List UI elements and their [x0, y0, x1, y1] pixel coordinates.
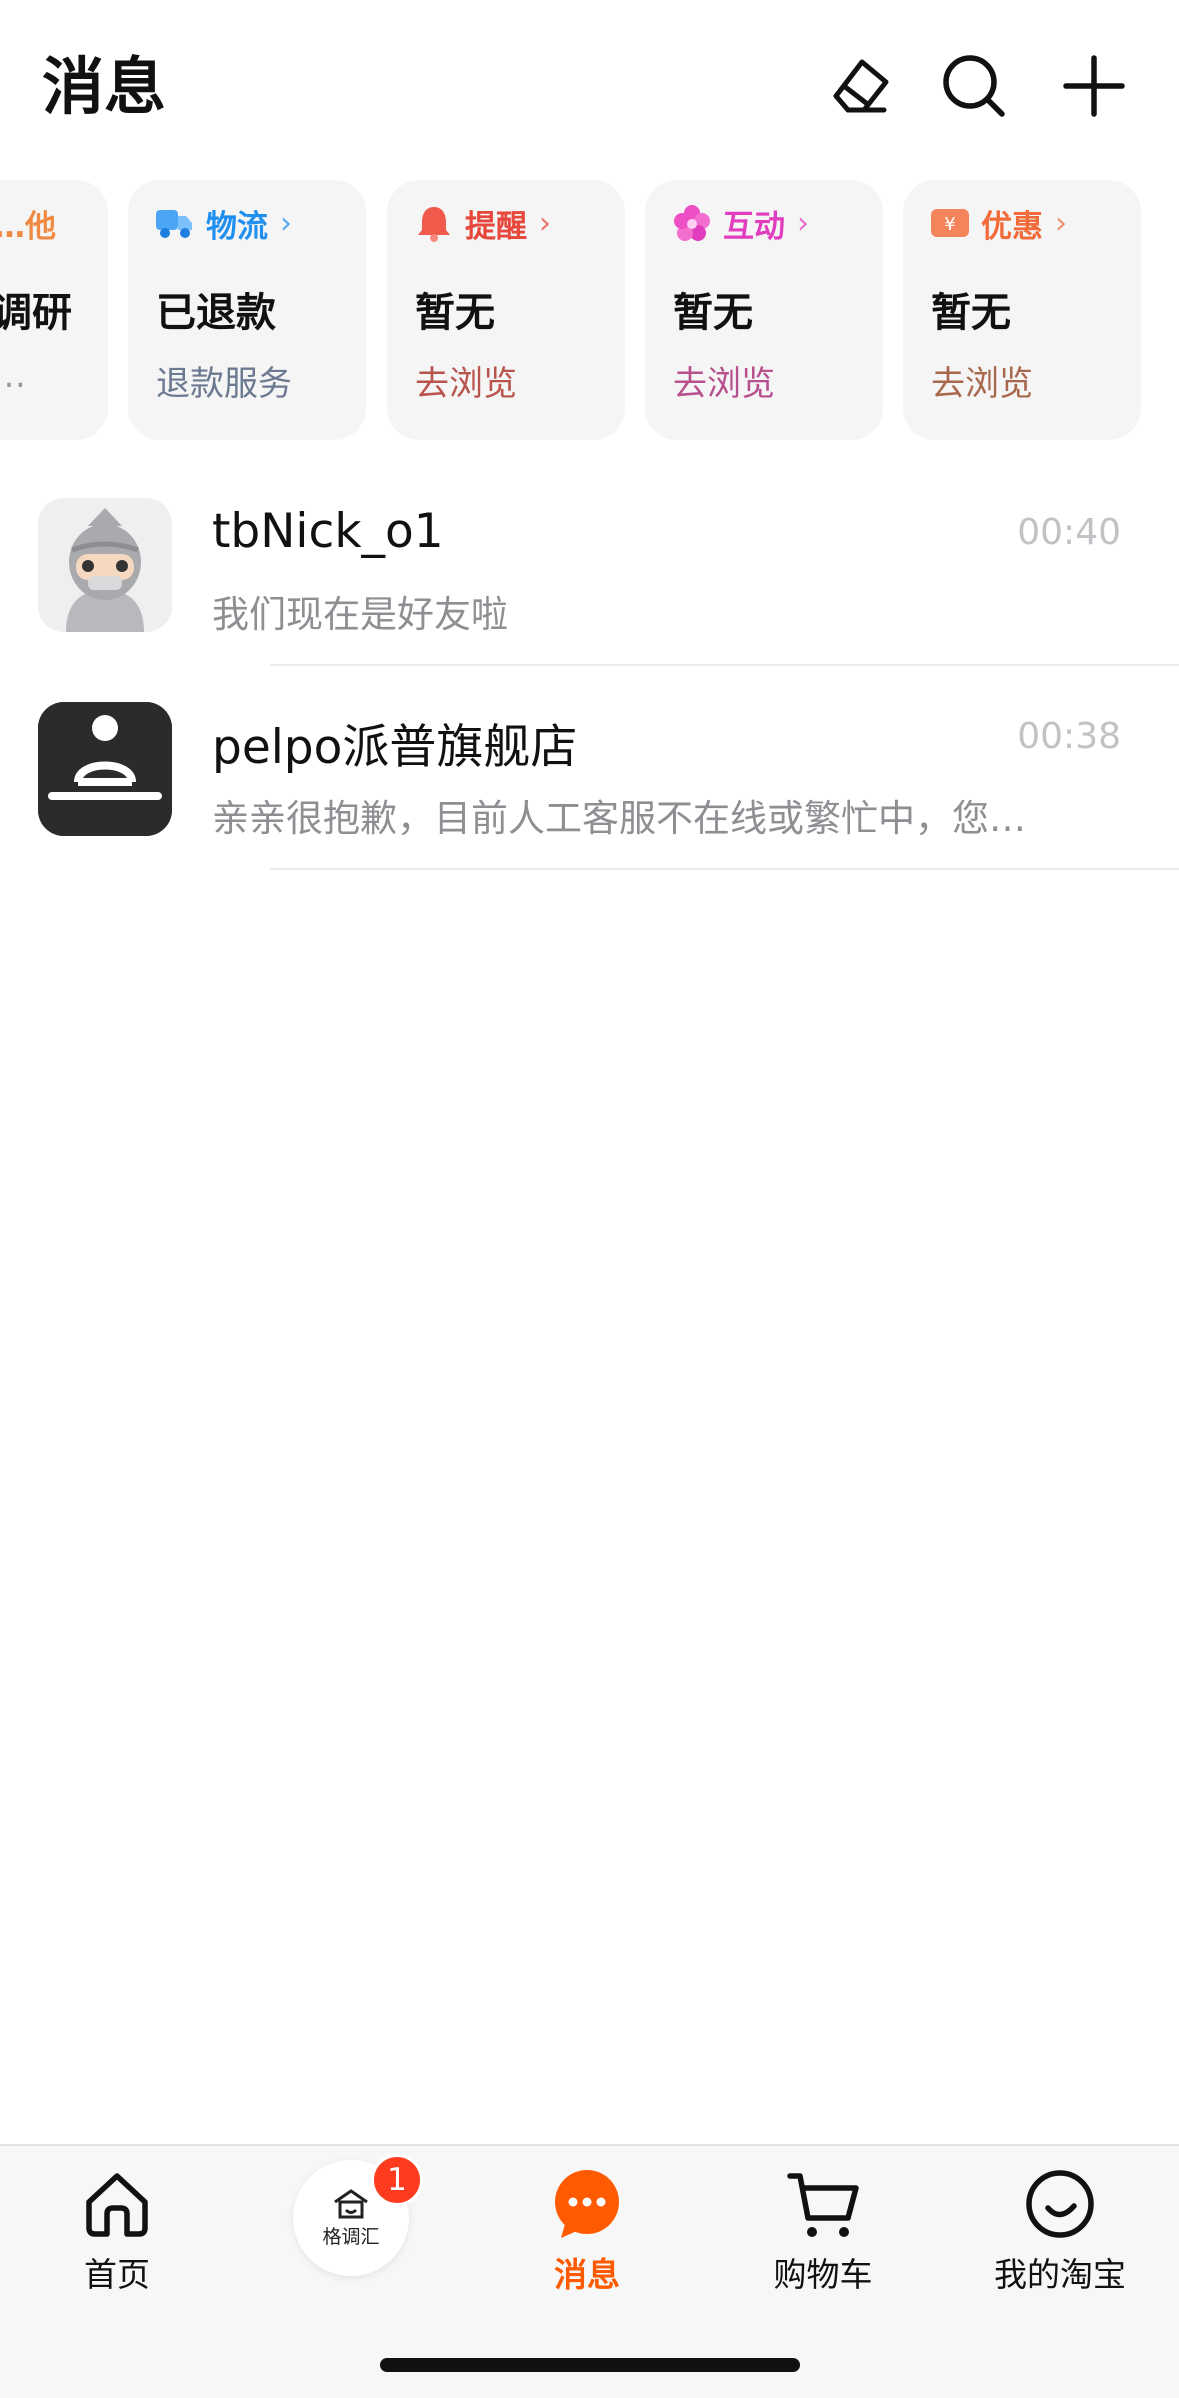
svg-text:¥: ¥	[944, 214, 955, 235]
truck-icon	[156, 204, 194, 242]
add-button[interactable]	[1058, 50, 1130, 122]
home-indicator	[380, 2358, 800, 2372]
header: 消息	[0, 0, 1179, 170]
category-label: 提醒	[465, 208, 527, 245]
search-button[interactable]	[938, 50, 1010, 122]
tab-label: 首页	[84, 2255, 150, 2294]
home-icon	[77, 2164, 157, 2244]
chevron-right-icon: ›	[797, 205, 809, 241]
conversation-item[interactable]: pelpo派普旗舰店 00:38 亲亲很抱歉，目前人工客服不在线或繁忙中，您…	[0, 702, 1179, 904]
divider	[270, 868, 1179, 870]
category-status: 暂无	[931, 290, 1011, 336]
category-sub: 去浏览	[673, 364, 775, 404]
category-sub: 去浏览	[415, 364, 517, 404]
cart-icon	[783, 2164, 863, 2244]
category-sub: 退款服务	[156, 364, 292, 404]
flower-icon	[673, 204, 711, 242]
eraser-icon	[833, 59, 889, 113]
category-card-partial[interactable]: …他 调研 …	[0, 180, 108, 440]
category-status: 调研	[0, 290, 72, 336]
category-card-reminder[interactable]: 提醒 › 暂无 去浏览	[387, 180, 625, 440]
conversation-item[interactable]: tbNick_o1 00:40 我们现在是好友啦	[0, 498, 1179, 700]
chevron-right-icon: ›	[280, 205, 292, 241]
tab-label: 格调汇	[322, 2225, 380, 2248]
category-card-discount[interactable]: ¥ 优惠 › 暂无 去浏览	[903, 180, 1141, 440]
category-label: 优惠	[981, 208, 1043, 245]
clear-unread-button[interactable]	[824, 50, 896, 122]
ninja-avatar	[38, 498, 172, 632]
conversation-preview: 亲亲很抱歉，目前人工客服不在线或繁忙中，您…	[212, 797, 1026, 840]
tab-label: 购物车	[773, 2255, 873, 2294]
category-sub: …	[0, 356, 26, 396]
conversation-name: tbNick_o1	[212, 504, 444, 559]
category-sub: 去浏览	[931, 364, 1033, 404]
smile-icon	[1020, 2164, 1100, 2244]
category-cards: …他 调研 … 物流 › 已退款 退款服务 提醒 › 暂无 去浏览	[0, 180, 1179, 442]
conversation-time: 00:38	[1017, 716, 1121, 757]
search-icon	[943, 55, 1005, 117]
chevron-right-icon: ›	[1055, 205, 1067, 241]
category-status: 暂无	[415, 290, 495, 336]
bell-icon	[415, 204, 453, 242]
category-label: 物流	[206, 208, 268, 245]
category-card-interaction[interactable]: 互动 › 暂无 去浏览	[645, 180, 883, 440]
message-icon	[547, 2164, 627, 2244]
plus-icon	[1063, 55, 1125, 117]
category-label: …他	[0, 208, 56, 245]
notification-badge: 1	[371, 2154, 423, 2206]
conversation-preview: 我们现在是好友啦	[212, 593, 508, 636]
chevron-right-icon: ›	[539, 205, 551, 241]
divider	[270, 664, 1179, 666]
tab-label: 消息	[554, 2255, 620, 2294]
conversation-time: 00:40	[1017, 512, 1121, 553]
tab-my-taobao[interactable]: 我的淘宝	[970, 2164, 1150, 2314]
coupon-icon: ¥	[931, 204, 969, 242]
conversation-name: pelpo派普旗舰店	[212, 720, 578, 775]
page-title: 消息	[42, 50, 167, 123]
category-card-logistics[interactable]: 物流 › 已退款 退款服务	[128, 180, 366, 440]
tab-messages[interactable]: 消息	[497, 2164, 677, 2314]
tab-label: 我的淘宝	[994, 2255, 1126, 2294]
house-icon	[334, 2188, 368, 2218]
pelpo-logo	[38, 702, 172, 836]
tab-cart[interactable]: 购物车	[733, 2164, 913, 2314]
category-label: 互动	[723, 208, 785, 245]
category-status: 已退款	[156, 290, 276, 336]
category-status: 暂无	[673, 290, 753, 336]
tab-home[interactable]: 首页	[27, 2164, 207, 2314]
